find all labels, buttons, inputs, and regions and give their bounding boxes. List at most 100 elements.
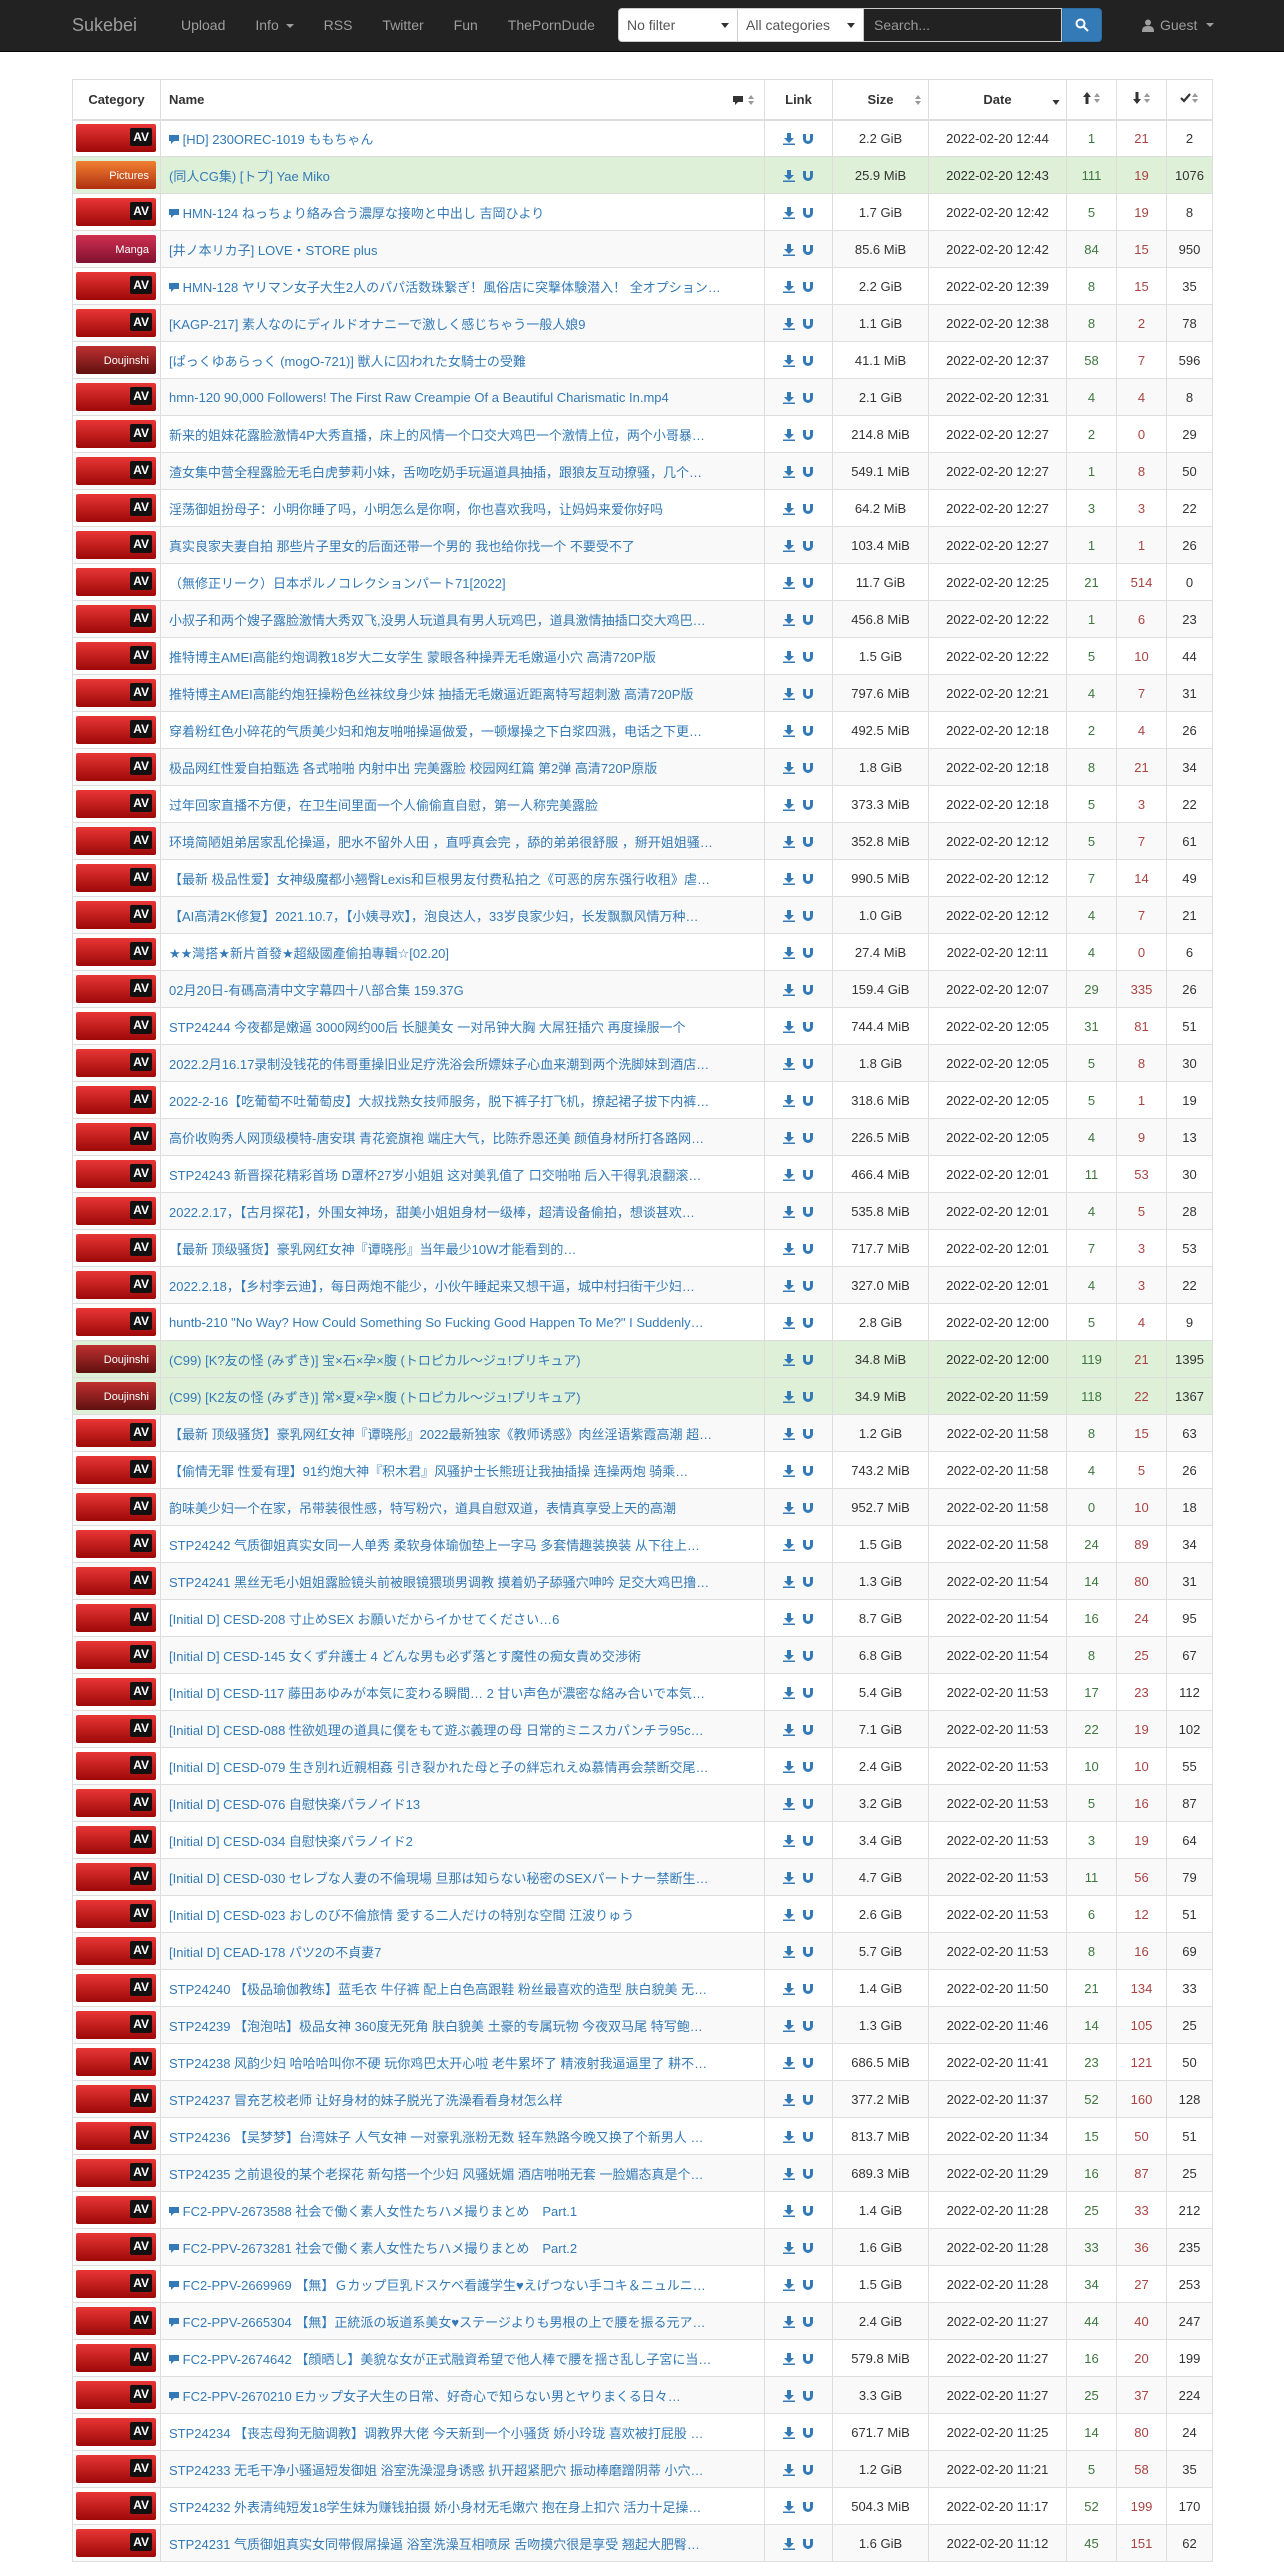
magnet-icon[interactable] [802, 1648, 814, 1663]
download-icon[interactable] [782, 649, 795, 664]
category-badge[interactable]: AV [76, 1826, 156, 1854]
magnet-icon[interactable] [802, 2092, 814, 2107]
category-badge[interactable]: AV [76, 531, 156, 559]
download-icon[interactable] [782, 945, 795, 960]
torrent-title-link[interactable]: 2022.2.17，【古月探花】，外围女神场，甜美小姐姐身材一级棒，超清设备偷拍… [169, 1205, 695, 1220]
category-badge[interactable]: Doujinshi [76, 346, 156, 374]
torrent-title-link[interactable]: (C99) [K?友の怪 (みずき)] 宝×石×孕×腹 (トロピカル～ジュ!プリ… [169, 1353, 581, 1368]
torrent-title-link[interactable]: FC2-PPV-2673281 社会で働く素人女性たちハメ撮りまとめ Part.… [183, 2241, 577, 2256]
magnet-icon[interactable] [802, 2018, 814, 2033]
category-badge[interactable]: AV [76, 1715, 156, 1743]
download-icon[interactable] [782, 2166, 795, 2181]
download-icon[interactable] [782, 2092, 795, 2107]
nav-upload[interactable]: Upload [166, 0, 240, 50]
download-icon[interactable] [782, 1463, 795, 1478]
torrent-title-link[interactable]: 极品网红性爱自拍甄选 各式啪啪 内射中出 完美露脸 校园网红篇 第2弹 高清72… [169, 761, 657, 776]
download-icon[interactable] [782, 1204, 795, 1219]
magnet-icon[interactable] [802, 1426, 814, 1441]
magnet-icon[interactable] [802, 1685, 814, 1700]
torrent-title-link[interactable]: 小叔子和两个嫂子露脸激情大秀双飞,没男人玩道具有男人玩鸡巴，道具激情抽插口交大鸡… [169, 613, 706, 628]
torrent-title-link[interactable]: 2022.2月16.17录制没钱花的伟哥重操旧业足疗洗浴会所嫖妹子心血来潮到两个… [169, 1057, 709, 1072]
category-badge[interactable]: AV [76, 1456, 156, 1484]
download-icon[interactable] [782, 1019, 795, 1034]
download-icon[interactable] [782, 1648, 795, 1663]
download-icon[interactable] [782, 1722, 795, 1737]
category-badge[interactable]: Doujinshi [76, 1345, 156, 1373]
site-brand[interactable]: Sukebei [72, 0, 137, 50]
magnet-icon[interactable] [802, 1574, 814, 1589]
torrent-title-link[interactable]: [井ノ本リカ子] LOVE・STORE plus [169, 243, 378, 258]
magnet-icon[interactable] [802, 1463, 814, 1478]
magnet-icon[interactable] [802, 2203, 814, 2218]
torrent-title-link[interactable]: 渣女集中营全程露脸无毛白虎萝莉小妹，舌吻吃奶手玩逼道具抽插，跟狼友互动撩骚，几个… [169, 465, 702, 480]
torrent-title-link[interactable]: HMN-124 ねっちょり絡み合う濃厚な接吻と中出し 吉岡ひより [183, 206, 545, 221]
search-button[interactable] [1062, 8, 1102, 42]
torrent-title-link[interactable]: ★★灣搭★新片首發★超級國產偷拍專輯☆[02.20] [169, 946, 449, 961]
download-icon[interactable] [782, 686, 795, 701]
magnet-icon[interactable] [802, 1315, 814, 1330]
category-badge[interactable]: AV [76, 1678, 156, 1706]
magnet-icon[interactable] [802, 2166, 814, 2181]
download-icon[interactable] [782, 1500, 795, 1515]
magnet-icon[interactable] [802, 2462, 814, 2477]
torrent-title-link[interactable]: [Initial D] CEAD-178 パツ2の不貞妻7 [169, 1945, 381, 1960]
category-badge[interactable]: AV [76, 605, 156, 633]
download-icon[interactable] [782, 2536, 795, 2551]
category-badge[interactable]: AV [76, 420, 156, 448]
magnet-icon[interactable] [802, 427, 814, 442]
torrent-title-link[interactable]: STP24238 风韵少妇 哈哈哈叫你不硬 玩你鸡巴太开心啦 老牛累坏了 精液射… [169, 2056, 707, 2071]
category-badge[interactable]: Doujinshi [76, 1382, 156, 1410]
download-icon[interactable] [782, 1944, 795, 1959]
magnet-icon[interactable] [802, 1870, 814, 1885]
torrent-title-link[interactable]: 推特博主AMEI高能约炮狂操粉色丝袜纹身少妹 抽插无毛嫩逼近距离特写超刺激 高清… [169, 687, 693, 702]
category-badge[interactable]: AV [76, 901, 156, 929]
category-badge[interactable]: AV [76, 864, 156, 892]
torrent-title-link[interactable]: 过年回家直播不方便，在卫生间里面一个人偷偷直自慰，第一人称完美露脸 [169, 798, 598, 813]
torrent-title-link[interactable]: FC2-PPV-2674642 【顔晒し】美貌な女が正式融資希望で他人棒で腰を揺… [183, 2352, 712, 2367]
torrent-title-link[interactable]: STP24244 今夜都是嫩逼 3000网约00后 长腿美女 一对吊钟大胸 大屌… [169, 1020, 685, 1035]
download-icon[interactable] [782, 353, 795, 368]
magnet-icon[interactable] [802, 353, 814, 368]
torrent-title-link[interactable]: HMN-128 ヤリマン女子大生2人のパパ活数珠繋ぎ！風俗店に突撃体験潜入！ 全… [183, 280, 721, 295]
category-badge[interactable]: AV [76, 1012, 156, 1040]
download-icon[interactable] [782, 1907, 795, 1922]
download-icon[interactable] [782, 1389, 795, 1404]
category-badge[interactable]: AV [76, 1641, 156, 1669]
torrent-title-link[interactable]: STP24237 冒充艺校老师 让好身材的妹子脱光了洗澡看看身材怎么样 [169, 2093, 563, 2108]
torrent-title-link[interactable]: [Initial D] CESD-088 性欲処理の道具に僕をもて遊ぶ義理の母 … [169, 1723, 704, 1738]
torrent-title-link[interactable]: 【AI高清2K修复】2021.10.7，【小姨寻欢】，泡良达人，33岁良家少妇，… [169, 909, 698, 924]
torrent-title-link[interactable]: （無修正リーク）日本ポルノコレクションパート71[2022] [169, 576, 506, 591]
download-icon[interactable] [782, 723, 795, 738]
download-icon[interactable] [782, 1796, 795, 1811]
magnet-icon[interactable] [802, 1241, 814, 1256]
magnet-icon[interactable] [802, 2499, 814, 2514]
torrent-title-link[interactable]: huntb-210 "No Way? How Could Something S… [169, 1315, 704, 1330]
download-icon[interactable] [782, 1759, 795, 1774]
torrent-title-link[interactable]: [Initial D] CESD-079 生き別れ近親相姦 引き裂かれた母と子の… [169, 1760, 709, 1775]
torrent-title-link[interactable]: STP24239 【泡泡咕】极品女神 360度无死角 肤白貌美 土豪的专属玩物 … [169, 2019, 703, 2034]
category-badge[interactable]: AV [76, 568, 156, 596]
category-badge[interactable]: AV [76, 2418, 156, 2446]
category-badge[interactable]: AV [76, 457, 156, 485]
category-badge[interactable]: AV [76, 1086, 156, 1114]
torrent-title-link[interactable]: [ぱっくゆあらっく (mogO-721)] 獣人に囚われた女騎士の受難 [169, 354, 526, 369]
magnet-icon[interactable] [802, 1981, 814, 1996]
torrent-title-link[interactable]: FC2-PPV-2669969 【無】Ｇカップ巨乳ドスケベ看護学生♥えげつない手… [183, 2278, 706, 2293]
nav-fun[interactable]: Fun [439, 0, 493, 50]
category-badge[interactable]: AV [76, 1974, 156, 2002]
magnet-icon[interactable] [802, 2277, 814, 2292]
torrent-title-link[interactable]: 真实良家夫妻自拍 那些片子里女的后面还带一个男的 我也给你找一个 不要受不了 [169, 539, 635, 554]
magnet-icon[interactable] [802, 1389, 814, 1404]
torrent-title-link[interactable]: hmn-120 90,000 Followers! The First Raw … [169, 390, 669, 405]
download-icon[interactable] [782, 538, 795, 553]
download-icon[interactable] [782, 1056, 795, 1071]
magnet-icon[interactable] [802, 723, 814, 738]
magnet-icon[interactable] [802, 316, 814, 331]
download-icon[interactable] [782, 390, 795, 405]
download-icon[interactable] [782, 1426, 795, 1441]
torrent-title-link[interactable]: 新来的姐妹花露脸激情4P大秀直播，床上的风情一个口交大鸡巴一个激情上位，两个小哥… [169, 428, 705, 443]
torrent-title-link[interactable]: 推特博主AMEI高能约炮调教18岁大二女学生 蒙眼各种操弄无毛嫩逼小穴 高清72… [169, 650, 656, 665]
header-category[interactable]: Category [72, 79, 161, 121]
download-icon[interactable] [782, 427, 795, 442]
torrent-title-link[interactable]: STP24235 之前退役的某个老探花 新勾搭一个少妇 风骚妩媚 酒店啪啪无套 … [169, 2167, 704, 2182]
